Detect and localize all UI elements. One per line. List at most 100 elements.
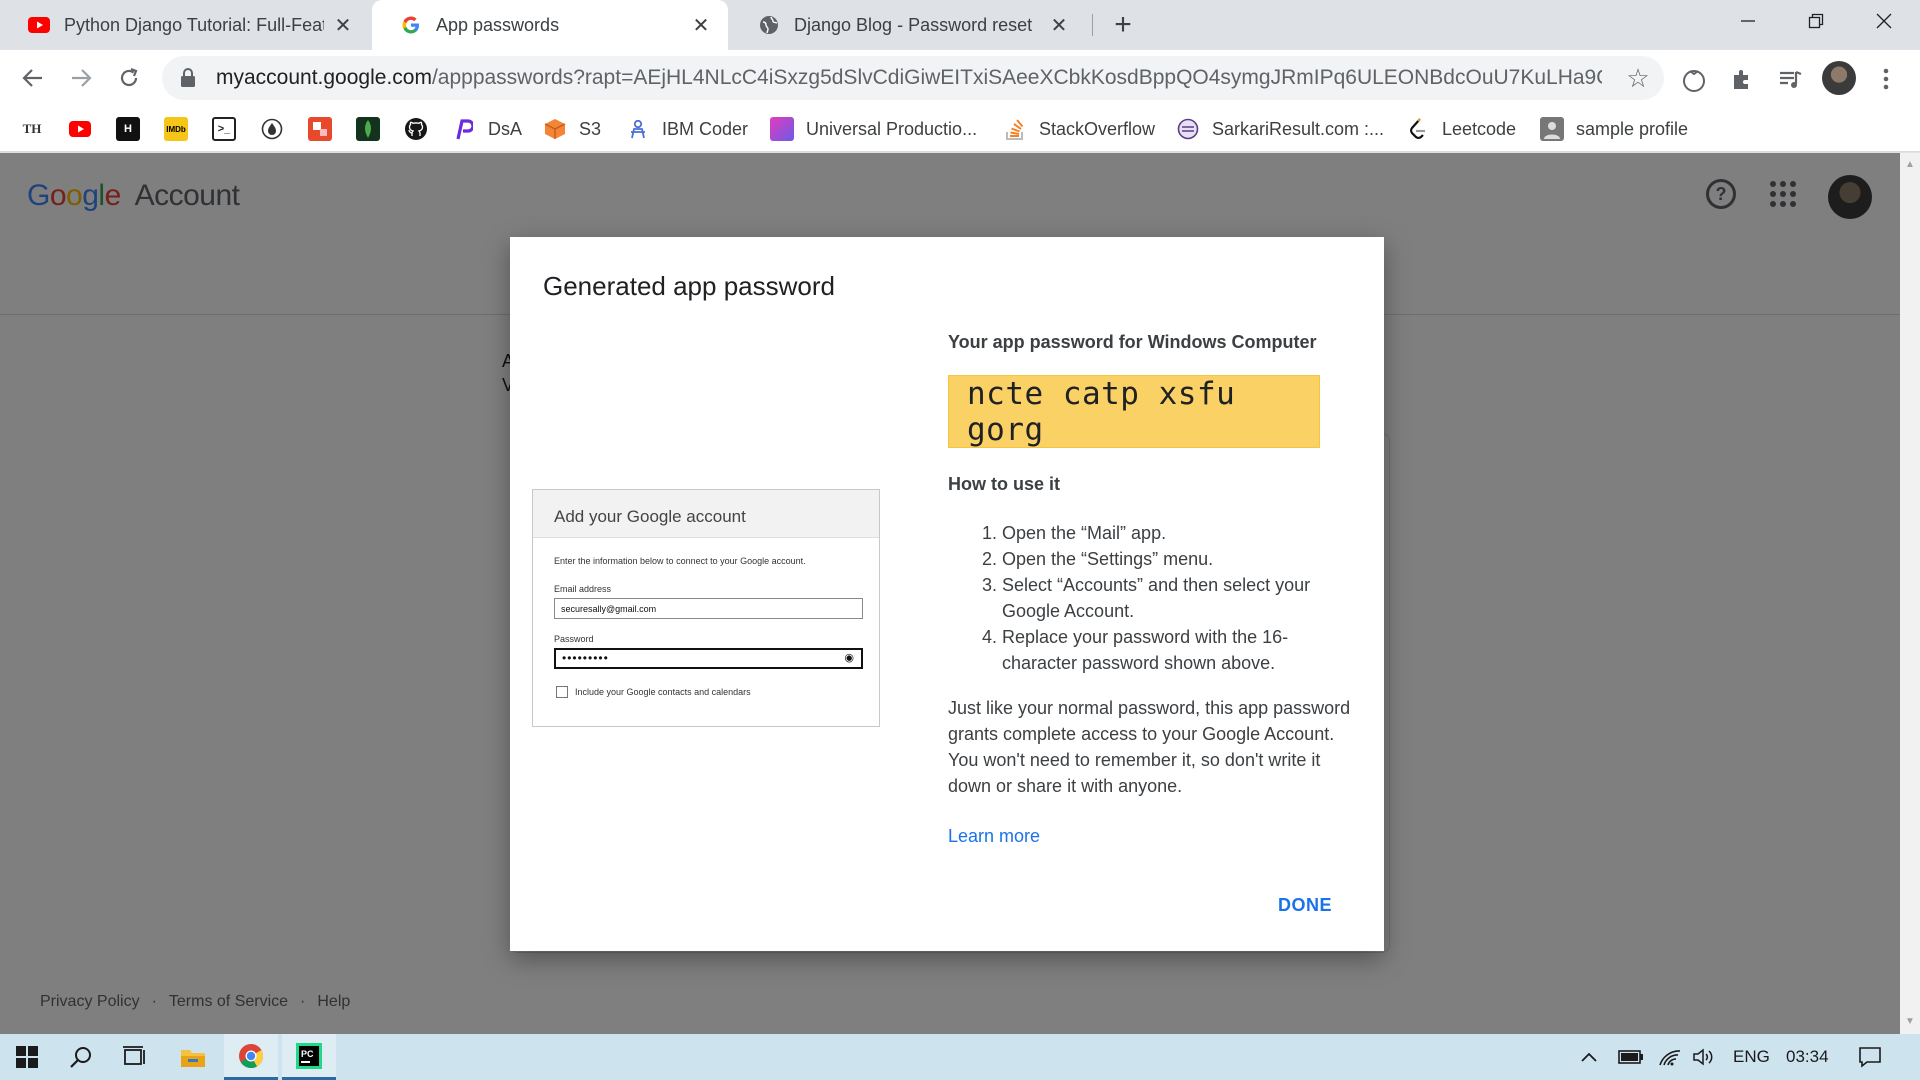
- sarkari-icon: [1176, 117, 1200, 141]
- extensions-puzzle-icon[interactable]: [1726, 63, 1758, 95]
- learn-more-link[interactable]: Learn more: [948, 826, 1040, 847]
- youtube-icon: [28, 14, 50, 36]
- hackerrank-icon: H: [116, 117, 140, 141]
- tab-django-blog[interactable]: Django Blog - Password reset ✕: [730, 0, 1086, 50]
- preview-email-field: securesally@gmail.com: [554, 598, 863, 619]
- bookmark-stackoverflow[interactable]: StackOverflow: [1003, 116, 1155, 142]
- close-tab-icon[interactable]: ✕: [1048, 14, 1070, 37]
- instruction-step: Open the “Settings” menu.: [1002, 546, 1348, 572]
- restore-button[interactable]: [1786, 0, 1846, 42]
- clock[interactable]: 03:34: [1786, 1034, 1829, 1080]
- lock-icon[interactable]: [180, 67, 202, 89]
- bookmark-youtube[interactable]: [68, 116, 92, 142]
- app-password-value[interactable]: ncte catp xsfu gorg: [967, 376, 1319, 448]
- imdb-icon: IMDb: [164, 117, 188, 141]
- bookmark-coursera[interactable]: [308, 116, 332, 142]
- search-icon[interactable]: [54, 1034, 108, 1080]
- bookmark-universal[interactable]: Universal Productio...: [770, 116, 977, 142]
- th-icon: TH: [22, 121, 42, 136]
- minimize-button[interactable]: [1718, 0, 1778, 42]
- scroll-up-icon[interactable]: ▲: [1904, 159, 1916, 171]
- s3-icon: [543, 117, 567, 141]
- chrome-menu-icon[interactable]: [1870, 63, 1902, 95]
- address-bar[interactable]: myaccount.google.com /apppasswords?rapt=…: [162, 56, 1664, 100]
- tab-strip: Python Django Tutorial: Full-Feat ✕ App …: [0, 0, 1920, 50]
- browser-toolbar: myaccount.google.com /apppasswords?rapt=…: [0, 50, 1920, 106]
- page-scrollbar[interactable]: ▲ ▼: [1900, 153, 1920, 1034]
- instruction-step: Replace your password with the 16-charac…: [1002, 624, 1348, 676]
- bookmark-label: IBM Coder: [662, 118, 749, 139]
- forward-arrow-icon: [72, 69, 92, 87]
- battery-icon[interactable]: [1618, 1034, 1644, 1080]
- mongodb-icon: [356, 117, 380, 141]
- bookmark-th[interactable]: TH: [20, 116, 44, 142]
- url-host: myaccount.google.com: [216, 66, 432, 89]
- bookmark-github[interactable]: [404, 116, 428, 142]
- close-window-button[interactable]: [1854, 0, 1914, 42]
- stackoverflow-icon: [1003, 117, 1027, 141]
- task-view-icon[interactable]: [108, 1034, 162, 1080]
- bookmark-star-icon[interactable]: ☆: [1624, 63, 1652, 93]
- bookmark-label: DsA: [488, 118, 523, 139]
- tab-django-tutorial[interactable]: Python Django Tutorial: Full-Feat ✕: [0, 0, 370, 50]
- preview-checkbox-label: Include your Google contacts and calenda…: [575, 687, 751, 697]
- windows-start-icon[interactable]: [0, 1034, 54, 1080]
- bookmarks-bar: TH H IMDb >_ DsA S3 IBM Coder Universal …: [0, 106, 1920, 152]
- wifi-icon[interactable]: [1658, 1034, 1682, 1080]
- back-button[interactable]: [14, 59, 52, 97]
- how-to-heading: How to use it: [948, 474, 1060, 494]
- preview-checkbox: [556, 686, 568, 698]
- bookmark-terminal[interactable]: >_: [212, 116, 236, 142]
- action-center-icon[interactable]: [1858, 1034, 1882, 1080]
- instruction-step: Select “Accounts” and then select your G…: [1002, 572, 1348, 624]
- windows-taskbar: PC ENG 03:34: [0, 1034, 1920, 1080]
- bookmark-s3[interactable]: S3: [543, 116, 601, 142]
- bookmark-imdb[interactable]: IMDb: [164, 116, 188, 142]
- terminal-icon: >_: [212, 117, 236, 141]
- bookmark-label: Leetcode: [1442, 118, 1517, 139]
- bookmark-dsa[interactable]: DsA: [452, 116, 522, 142]
- volume-icon[interactable]: [1692, 1034, 1716, 1080]
- password-for-label: Your app password for Windows Computer: [948, 332, 1317, 352]
- profile-icon: [1540, 117, 1564, 141]
- extension-tomato-icon[interactable]: [1678, 63, 1710, 95]
- bookmark-sample-profile[interactable]: sample profile: [1540, 116, 1688, 142]
- scroll-down-icon[interactable]: ▼: [1904, 1016, 1916, 1028]
- eye-icon: ◉: [844, 652, 855, 664]
- forward-button[interactable]: [62, 59, 100, 97]
- close-tab-icon[interactable]: ✕: [332, 14, 354, 37]
- bookmark-label: S3: [579, 118, 602, 139]
- instructions-list: Open the “Mail” app. Open the “Settings”…: [948, 520, 1348, 676]
- google-g-icon: [400, 14, 422, 36]
- media-queue-icon[interactable]: [1774, 63, 1806, 95]
- show-hidden-icons-icon[interactable]: [1580, 1034, 1598, 1080]
- done-button[interactable]: DONE: [1278, 895, 1332, 916]
- tab-title: Python Django Tutorial: Full-Feat: [64, 14, 324, 35]
- reload-button[interactable]: [110, 59, 148, 97]
- tab-app-passwords[interactable]: App passwords ✕: [372, 0, 728, 50]
- close-tab-icon[interactable]: ✕: [690, 14, 712, 37]
- ibm-icon: [626, 117, 650, 141]
- file-explorer-icon[interactable]: [166, 1034, 220, 1080]
- chrome-taskbar-icon[interactable]: [224, 1034, 278, 1080]
- svg-text:PC: PC: [301, 1049, 314, 1059]
- bookmark-sarkari[interactable]: SarkariResult.com :...: [1176, 116, 1384, 142]
- bookmark-leetcode[interactable]: Leetcode: [1406, 116, 1516, 142]
- globe-icon: [758, 14, 780, 36]
- bookmark-ibm-coder[interactable]: IBM Coder: [626, 116, 748, 142]
- app-password-box[interactable]: ncte catp xsfu gorg: [948, 375, 1320, 448]
- bookmark-mongodb[interactable]: [356, 116, 380, 142]
- pycharm-taskbar-icon[interactable]: PC: [282, 1034, 336, 1080]
- dsa-icon: [452, 117, 476, 141]
- bookmark-drop[interactable]: [260, 116, 284, 142]
- preview-password-field: ••••••••• ◉: [554, 648, 863, 669]
- new-tab-button[interactable]: +: [1106, 8, 1140, 42]
- instruction-step: Open the “Mail” app.: [1002, 520, 1348, 546]
- bookmark-hackerrank[interactable]: H: [116, 116, 140, 142]
- dialog-title: Generated app password: [543, 271, 835, 301]
- bookmark-label: Universal Productio...: [806, 118, 978, 139]
- bookmark-label: StackOverflow: [1039, 118, 1156, 139]
- profile-avatar[interactable]: [1822, 61, 1856, 95]
- generated-app-password-dialog: Generated app password Add your Google a…: [510, 237, 1384, 951]
- language-indicator[interactable]: ENG: [1733, 1034, 1770, 1080]
